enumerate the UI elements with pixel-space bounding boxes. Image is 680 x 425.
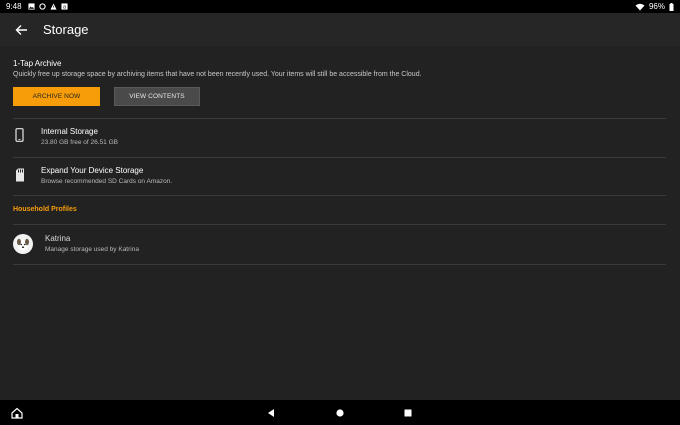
battery-percent: 96%	[648, 2, 665, 11]
status-right: 96%	[635, 2, 674, 11]
profile-name: Katrina	[45, 234, 71, 243]
profile-detail: Manage storage used by Katrina	[45, 246, 139, 253]
back-button[interactable]	[13, 22, 29, 38]
warning-icon	[50, 3, 57, 10]
square-recents-icon	[404, 409, 412, 417]
expand-storage-icon-slot	[13, 166, 41, 182]
svg-text:a: a	[63, 5, 66, 10]
home-icon	[11, 407, 23, 419]
expand-storage-detail: Browse recommended SD Cards on Amazon.	[41, 178, 173, 185]
view-contents-button[interactable]: VIEW CONTENTS	[114, 87, 200, 106]
archive-section: 1-Tap Archive Quickly free up storage sp…	[0, 46, 680, 106]
app-bar: Storage	[0, 13, 680, 46]
navigation-bar	[0, 400, 680, 425]
internal-storage-texts: Internal Storage 23.80 GB free of 26.51 …	[41, 127, 118, 146]
battery-icon	[669, 2, 674, 11]
profile-texts: Katrina Manage storage used by Katrina	[45, 234, 139, 253]
recents-button[interactable]	[402, 407, 414, 419]
archive-heading: 1-Tap Archive	[13, 59, 62, 68]
internal-storage-title: Internal Storage	[41, 127, 98, 136]
dog-avatar-icon	[17, 238, 29, 251]
back-nav-button[interactable]	[265, 407, 277, 419]
status-time: 9:48	[6, 2, 22, 11]
archive-description: Quickly free up storage space by archivi…	[13, 71, 422, 78]
storage-screen: 9:48 a 96% Storage 1-Tap Archive Quickly…	[0, 0, 680, 425]
status-bar: 9:48 a 96%	[0, 0, 680, 13]
divider	[13, 264, 666, 265]
circle-notification-icon	[38, 3, 46, 10]
page-title: Storage	[43, 22, 89, 37]
household-profiles-header: Household Profiles	[13, 206, 77, 213]
archive-now-button[interactable]: ARCHIVE NOW	[13, 87, 100, 106]
amazon-a-icon: a	[61, 3, 68, 10]
internal-storage-detail: 23.80 GB free of 26.51 GB	[41, 139, 118, 146]
internal-storage-row[interactable]: Internal Storage 23.80 GB free of 26.51 …	[0, 119, 680, 157]
profile-avatar-slot	[13, 234, 45, 254]
notification-icons: a	[28, 3, 68, 10]
wifi-icon	[635, 3, 645, 10]
expand-storage-title: Expand Your Device Storage	[41, 166, 144, 175]
phone-icon	[15, 128, 24, 142]
image-icon	[28, 3, 35, 10]
internal-storage-icon-slot	[13, 127, 41, 142]
circle-home-icon	[336, 409, 344, 417]
home-circle-button[interactable]	[334, 407, 346, 419]
home-button[interactable]	[11, 407, 23, 419]
expand-storage-row[interactable]: Expand Your Device Storage Browse recomm…	[0, 158, 680, 195]
triangle-back-icon	[268, 409, 274, 417]
sd-card-icon	[16, 168, 24, 182]
archive-buttons: ARCHIVE NOW VIEW CONTENTS	[13, 87, 667, 106]
avatar	[13, 234, 33, 254]
profile-row-katrina[interactable]: Katrina Manage storage used by Katrina	[0, 225, 680, 264]
arrow-left-icon	[15, 24, 27, 35]
storage-content: 1-Tap Archive Quickly free up storage sp…	[0, 46, 680, 265]
expand-storage-texts: Expand Your Device Storage Browse recomm…	[41, 166, 172, 185]
